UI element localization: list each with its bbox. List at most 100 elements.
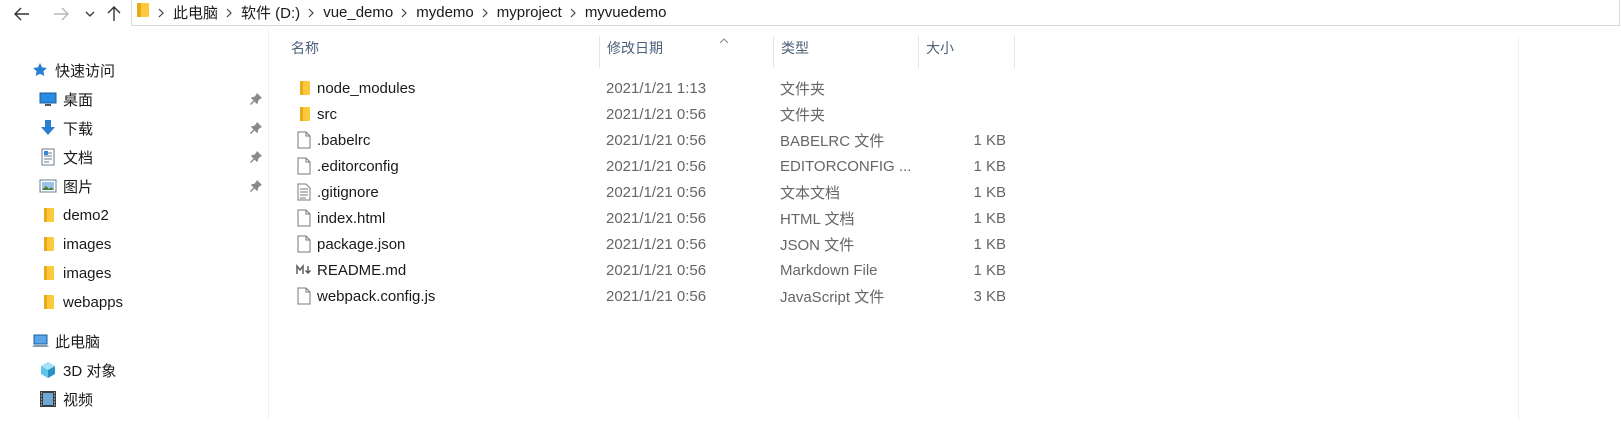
address-bar[interactable]: 此电脑 软件 (D:) vue_demo mydemo myproject my… — [131, 0, 1620, 26]
sidebar-item-images[interactable]: images — [39, 231, 111, 257]
sidebar-item-label: demo2 — [63, 206, 109, 224]
file-row[interactable]: index.html 2021/1/21 0:56 HTML 文档 1 KB — [283, 205, 1023, 231]
file-name: README.md — [317, 261, 407, 279]
folder-icon — [39, 293, 57, 311]
navigation-bar: 此电脑 软件 (D:) vue_demo mydemo myproject my… — [0, 0, 1621, 28]
sidebar-item-images[interactable]: images — [39, 260, 111, 286]
file-type: EDITORCONFIG ... — [780, 157, 912, 175]
chevron-right-icon[interactable] — [224, 8, 235, 18]
chevron-right-icon[interactable] — [156, 8, 167, 18]
sidebar-item-label: 快速访问 — [55, 62, 116, 80]
sidebar-item-label: 桌面 — [63, 91, 94, 109]
file-modified: 2021/1/21 0:56 — [606, 105, 707, 123]
file-row[interactable]: .editorconfig 2021/1/21 0:56 EDITORCONFIG … — [283, 153, 1023, 179]
document-icon — [39, 148, 57, 166]
computer-icon — [31, 332, 49, 350]
pictures-icon — [39, 177, 57, 195]
file-icon — [295, 205, 313, 231]
chevron-right-icon[interactable] — [568, 8, 579, 18]
pane-divider[interactable] — [268, 28, 269, 420]
download-icon — [39, 119, 57, 137]
file-name: .gitignore — [317, 183, 379, 201]
breadcrumb-myvuedemo[interactable]: myvuedemo — [579, 4, 673, 21]
breadcrumb-vue-demo[interactable]: vue_demo — [317, 4, 399, 21]
file-icon — [295, 153, 313, 179]
file-modified: 2021/1/21 0:56 — [606, 235, 707, 253]
sidebar-item-label: 此电脑 — [55, 333, 101, 351]
sidebar-item-documents[interactable]: 文档 — [39, 144, 93, 170]
file-modified: 2021/1/21 0:56 — [606, 261, 707, 279]
sidebar-item-label: 3D 对象 — [63, 362, 117, 380]
breadcrumb-mydemo[interactable]: mydemo — [410, 4, 480, 21]
file-modified: 2021/1/21 0:56 — [606, 131, 707, 149]
folder-icon — [295, 75, 313, 101]
file-size: 1 KB — [973, 261, 1006, 279]
sidebar-item-3d-objects[interactable]: 3D 对象 — [39, 357, 116, 383]
file-row[interactable]: src 2021/1/21 0:56 文件夹 — [283, 101, 1023, 127]
recent-locations-button[interactable] — [82, 3, 98, 25]
file-icon — [295, 231, 313, 257]
file-name: package.json — [317, 235, 406, 253]
sidebar-item-quick-access[interactable]: 快速访问 — [31, 57, 115, 83]
sidebar-item-label: images — [63, 235, 112, 253]
column-header-size[interactable]: 大小 — [918, 28, 1014, 68]
file-type: Markdown File — [780, 261, 878, 279]
pin-icon[interactable] — [249, 179, 263, 193]
sidebar-item-label: 视频 — [63, 391, 94, 409]
breadcrumb-this-pc[interactable]: 此电脑 — [167, 2, 224, 23]
pin-icon[interactable] — [249, 92, 263, 106]
sidebar-item-downloads[interactable]: 下载 — [39, 115, 93, 141]
file-row[interactable]: node_modules 2021/1/21 1:13 文件夹 — [283, 75, 1023, 101]
arrow-right-icon — [53, 7, 69, 21]
text-file-icon — [295, 179, 313, 205]
file-row[interactable]: .babelrc 2021/1/21 0:56 BABELRC 文件 1 KB — [283, 127, 1023, 153]
file-name: src — [317, 105, 337, 123]
sidebar-item-this-pc[interactable]: 此电脑 — [31, 328, 100, 354]
file-type: 文件夹 — [780, 80, 826, 98]
column-header-name[interactable]: 名称 — [283, 28, 599, 68]
folder-icon — [136, 2, 150, 23]
file-row[interactable]: webpack.config.js 2021/1/21 0:56 JavaScrip… — [283, 283, 1023, 309]
sidebar-item-desktop[interactable]: 桌面 — [39, 86, 93, 112]
sidebar-item-label: 图片 — [63, 178, 94, 196]
file-list: 名称 修改日期 类型 大小 node_modules 2021/1/21 1:13… — [283, 28, 1519, 420]
sidebar-item-pictures[interactable]: 图片 — [39, 173, 93, 199]
file-size — [925, 101, 1006, 127]
sidebar-item-demo2[interactable]: demo2 — [39, 202, 109, 228]
sidebar-item-videos[interactable]: 视频 — [39, 386, 93, 412]
3d-objects-icon — [39, 361, 57, 379]
column-divider[interactable] — [1014, 36, 1015, 68]
chevron-down-icon — [85, 11, 95, 17]
pin-icon[interactable] — [249, 121, 263, 135]
sidebar-item-label: 文档 — [63, 149, 94, 167]
file-row[interactable]: README.md 2021/1/21 0:56 Markdown File 1 KB — [283, 257, 1023, 283]
breadcrumb-drive[interactable]: 软件 (D:) — [235, 2, 306, 23]
file-modified: 2021/1/21 1:13 — [606, 79, 707, 97]
up-button[interactable] — [104, 3, 124, 25]
file-row[interactable]: package.json 2021/1/21 0:56 JSON 文件 1 KB — [283, 231, 1023, 257]
sidebar-item-label: webapps — [63, 293, 124, 311]
column-header-modified[interactable]: 修改日期 — [599, 28, 773, 68]
chevron-right-icon[interactable] — [399, 8, 410, 18]
sidebar-item-label: images — [63, 264, 112, 282]
file-size: 1 KB — [973, 157, 1006, 175]
back-button[interactable] — [10, 3, 34, 25]
file-modified: 2021/1/21 0:56 — [606, 209, 707, 227]
videos-icon — [39, 390, 57, 408]
breadcrumb-myproject[interactable]: myproject — [491, 4, 568, 21]
arrow-left-icon — [14, 7, 30, 21]
sidebar-item-label: 下载 — [63, 120, 94, 138]
file-row[interactable]: .gitignore 2021/1/21 0:56 文本文档 1 KB — [283, 179, 1023, 205]
file-name: .editorconfig — [317, 157, 399, 175]
pin-icon[interactable] — [249, 150, 263, 164]
file-icon — [295, 127, 313, 153]
chevron-right-icon[interactable] — [480, 8, 491, 18]
forward-button[interactable] — [49, 3, 73, 25]
sidebar-item-webapps[interactable]: webapps — [39, 289, 123, 315]
file-size: 3 KB — [973, 287, 1006, 305]
file-size: 1 KB — [973, 235, 1006, 253]
column-header-type[interactable]: 类型 — [773, 28, 918, 68]
file-type: HTML 文档 — [780, 210, 855, 228]
chevron-right-icon[interactable] — [306, 8, 317, 18]
file-icon — [295, 283, 313, 309]
